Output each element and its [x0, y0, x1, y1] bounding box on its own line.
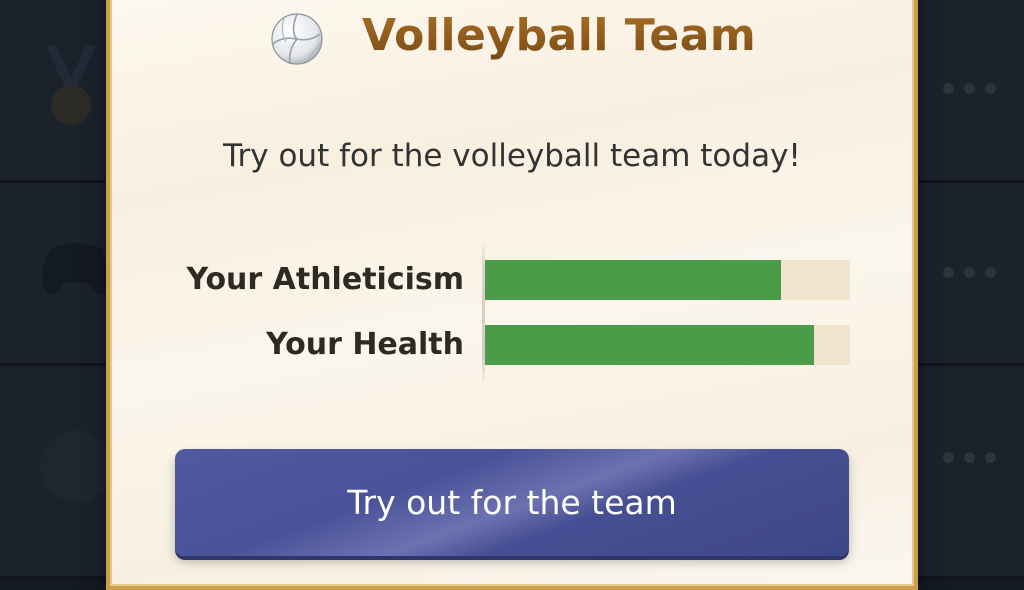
- health-label: Your Health: [266, 327, 464, 362]
- circle-icon: [36, 426, 116, 510]
- try-out-button-label: Try out for the team: [347, 483, 677, 522]
- dialog-description: Try out for the volleyball team today!: [223, 138, 801, 174]
- more-dots-icon: [943, 267, 996, 278]
- dialog-title: Volleyball Team: [362, 10, 757, 61]
- try-out-button[interactable]: Try out for the team: [175, 449, 849, 556]
- more-dots-icon: [943, 452, 996, 463]
- volleyball-icon: [270, 12, 324, 66]
- health-bar: [485, 325, 850, 365]
- more-dots-icon: [943, 83, 996, 94]
- athleticism-bar: [485, 260, 850, 300]
- health-bar-fill: [485, 325, 814, 365]
- athleticism-label: Your Athleticism: [186, 262, 464, 297]
- athleticism-bar-fill: [485, 260, 781, 300]
- medal-icon: [36, 40, 106, 134]
